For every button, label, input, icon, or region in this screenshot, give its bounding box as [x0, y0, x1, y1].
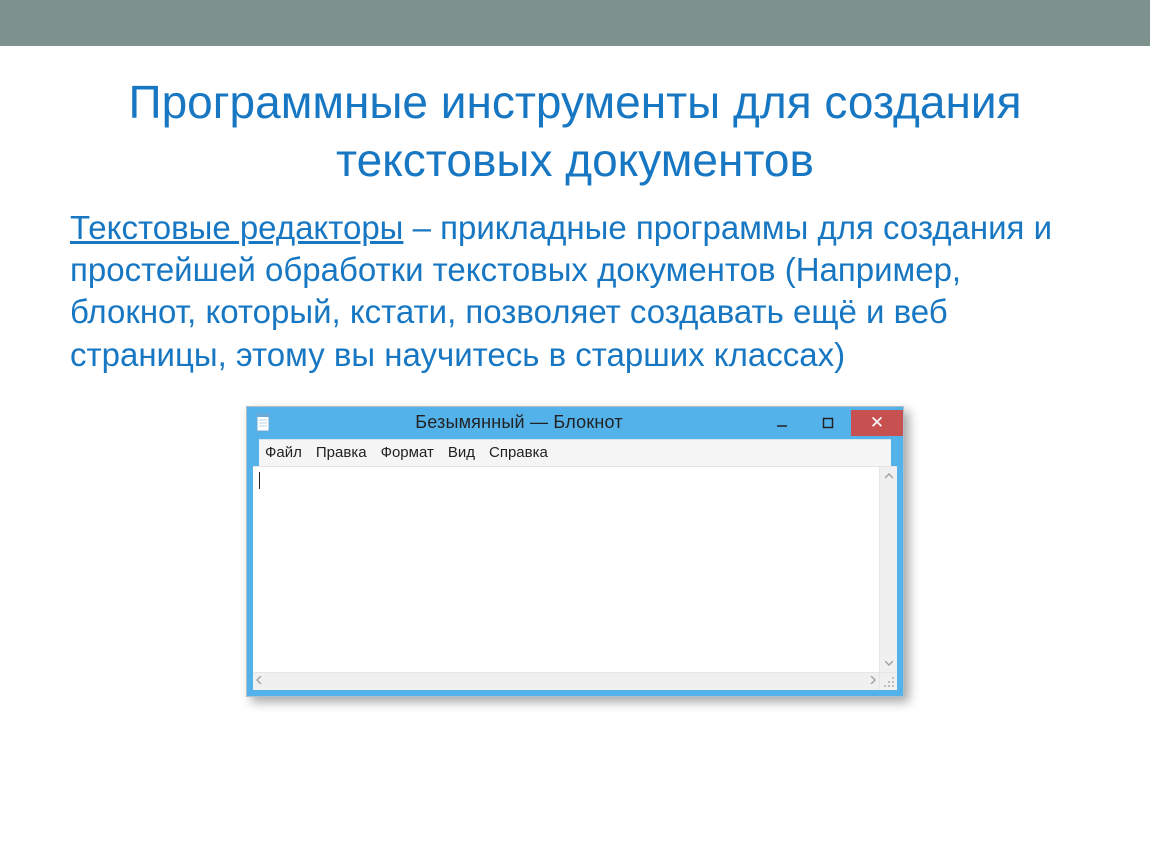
menu-edit[interactable]: Правка	[316, 444, 367, 461]
notepad-titlebar[interactable]: Безымянный — Блокнот ✕	[247, 407, 903, 439]
menu-view[interactable]: Вид	[448, 444, 475, 461]
close-icon: ✕	[870, 413, 884, 433]
notepad-body-wrap: Файл Правка Формат Вид Справка	[247, 439, 903, 696]
window-controls: ✕	[759, 410, 903, 436]
resize-grip[interactable]	[879, 672, 897, 690]
menu-help[interactable]: Справка	[489, 444, 548, 461]
scroll-down-icon	[880, 654, 897, 672]
menu-file[interactable]: Файл	[265, 444, 302, 461]
notepad-window: Безымянный — Блокнот ✕ Файл Правка	[246, 406, 904, 697]
notepad-text-area[interactable]	[253, 467, 879, 672]
horizontal-scrollbar[interactable]	[253, 672, 879, 690]
scroll-left-icon	[255, 675, 263, 687]
notepad-window-title: Безымянный — Блокнот	[279, 412, 759, 433]
term-text-editors: Текстовые редакторы	[70, 209, 403, 246]
vertical-scrollbar[interactable]	[879, 467, 897, 672]
close-button[interactable]: ✕	[851, 410, 903, 436]
slide-title: Программные инструменты для создания тек…	[70, 74, 1080, 189]
notepad-bottom-scroll-row	[253, 672, 897, 690]
maximize-button[interactable]	[805, 410, 851, 436]
text-cursor	[259, 472, 260, 489]
slide-paragraph: Текстовые редакторы – прикладные програм…	[70, 207, 1080, 376]
scroll-up-icon	[880, 467, 897, 485]
menu-format[interactable]: Формат	[381, 444, 434, 461]
slide-content: Программные инструменты для создания тек…	[0, 46, 1150, 697]
notepad-menubar: Файл Правка Формат Вид Справка	[259, 439, 891, 466]
slide-top-bar	[0, 0, 1150, 46]
minimize-button[interactable]	[759, 410, 805, 436]
notepad-illustration: Безымянный — Блокнот ✕ Файл Правка	[70, 406, 1080, 697]
notepad-app-icon	[255, 413, 271, 433]
scroll-right-icon	[869, 675, 877, 687]
notepad-client-area	[253, 466, 897, 672]
